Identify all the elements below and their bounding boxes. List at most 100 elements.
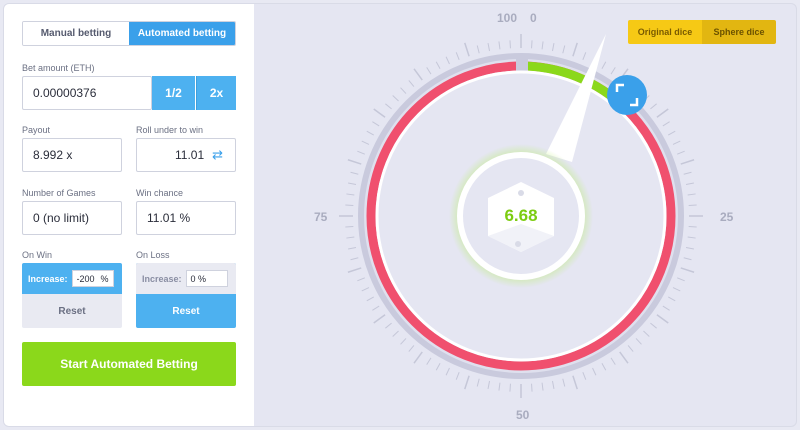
wheel-tick bbox=[445, 367, 450, 376]
on-win-box: Increase: -200 % Reset bbox=[22, 263, 122, 328]
bet-amount-label: Bet amount (ETH) bbox=[22, 63, 95, 73]
roll-under-input[interactable]: 11.01 ⇄ bbox=[136, 138, 236, 172]
wheel-tick bbox=[635, 338, 642, 345]
wheel-tick bbox=[366, 296, 375, 302]
wheel-tick bbox=[372, 121, 380, 127]
wheel-tick bbox=[656, 108, 669, 118]
start-automated-betting-button[interactable]: Start Automated Betting bbox=[22, 342, 236, 386]
wheel-tick bbox=[683, 257, 692, 261]
wheel-tick bbox=[601, 362, 607, 371]
wheel-tick bbox=[541, 382, 544, 391]
dice-type-toggle: Original dice Sphere dice bbox=[628, 20, 776, 44]
wheel-tick bbox=[455, 372, 460, 380]
wheel-tick bbox=[582, 372, 587, 380]
wheel-tick bbox=[413, 68, 423, 81]
on-win-increase-row: Increase: -200 % bbox=[22, 263, 122, 294]
on-loss-increase-row: Increase: 0 % bbox=[136, 263, 236, 294]
roll-under-value: 11.01 bbox=[175, 148, 205, 162]
wheel-tick bbox=[688, 204, 697, 206]
wheel-label-75: 75 bbox=[314, 210, 328, 224]
payout-value: 8.992 x bbox=[33, 148, 73, 162]
wheel-tick bbox=[562, 378, 566, 387]
wheel-tick bbox=[687, 236, 696, 239]
wheel-tick bbox=[572, 42, 578, 57]
wheel-label-25: 25 bbox=[720, 210, 734, 224]
tab-automated-betting[interactable]: Automated betting bbox=[129, 22, 235, 45]
wheel-tick bbox=[601, 61, 607, 70]
wheel-tick bbox=[672, 140, 681, 145]
double-bet-button[interactable]: 2x bbox=[196, 76, 236, 110]
wheel-tick bbox=[627, 345, 634, 352]
bet-amount-input[interactable]: 0.00000376 bbox=[22, 76, 152, 110]
wheel-tick bbox=[509, 383, 511, 392]
wheel-tick bbox=[350, 257, 359, 261]
wheel-tick bbox=[350, 171, 359, 175]
wheel-tick bbox=[464, 375, 470, 390]
wheel-tick bbox=[667, 296, 676, 302]
wheel-tick bbox=[662, 305, 670, 311]
wheel-tick bbox=[408, 80, 415, 87]
tab-manual-betting[interactable]: Manual betting bbox=[23, 22, 129, 45]
sphere-dice-option[interactable]: Sphere dice bbox=[702, 20, 776, 44]
win-chance-label: Win chance bbox=[136, 188, 184, 198]
wheel-tick bbox=[610, 67, 616, 75]
payout-input[interactable]: 8.992 x bbox=[22, 138, 122, 172]
wheel-label-100: 100 bbox=[497, 11, 518, 25]
wheel-tick bbox=[667, 130, 676, 136]
wheel-tick bbox=[357, 277, 365, 282]
on-win-percent-sign: % bbox=[100, 273, 109, 284]
on-loss-increase-input[interactable]: 0 % bbox=[185, 270, 228, 287]
on-win-increase-input[interactable]: -200 % bbox=[71, 270, 114, 287]
original-dice-option[interactable]: Original dice bbox=[628, 20, 702, 44]
wheel-tick bbox=[476, 45, 480, 54]
wheel-tick bbox=[487, 43, 491, 52]
bet-amount-value: 0.00000376 bbox=[33, 86, 97, 100]
wheel-tick bbox=[582, 52, 587, 60]
wheel-tick bbox=[346, 193, 355, 196]
wheel-tick bbox=[408, 345, 415, 352]
wheel-tick bbox=[562, 45, 566, 54]
wheel-tick bbox=[346, 236, 355, 239]
roll-under-label: Roll under to win bbox=[136, 125, 204, 135]
wheel-tick bbox=[476, 378, 480, 387]
wheel-tick bbox=[487, 380, 491, 389]
wheel-tick bbox=[509, 40, 511, 49]
wheel-tick bbox=[366, 130, 375, 136]
on-win-reset-button[interactable]: Reset bbox=[22, 294, 122, 328]
wheel-tick bbox=[685, 182, 694, 186]
wheel-tick bbox=[683, 171, 692, 175]
wheel-tick bbox=[372, 305, 380, 311]
dice-wheel-area: 100 0 25 50 75 6.68 Original dice Sphere… bbox=[254, 4, 796, 426]
on-loss-box: Increase: 0 % Reset bbox=[136, 263, 236, 328]
wheel-tick bbox=[592, 367, 597, 376]
wheel-tick bbox=[345, 204, 354, 206]
wheel-tick bbox=[445, 56, 450, 65]
roll-result: 6.68 bbox=[504, 206, 538, 225]
wheel-tick bbox=[413, 351, 423, 364]
half-bet-button[interactable]: 1/2 bbox=[152, 76, 195, 110]
wheel-tick bbox=[392, 330, 399, 337]
wheel-tick bbox=[687, 193, 696, 196]
number-of-games-label: Number of Games bbox=[22, 188, 96, 198]
number-of-games-value: 0 (no limit) bbox=[33, 211, 90, 225]
expand-view-button[interactable] bbox=[607, 75, 647, 115]
win-chance-input[interactable]: 11.01 % bbox=[136, 201, 236, 235]
payout-label: Payout bbox=[22, 125, 51, 135]
wheel-tick bbox=[498, 382, 501, 391]
on-win-label: On Win bbox=[22, 250, 53, 260]
on-win-increase-label: Increase: bbox=[28, 273, 68, 284]
wheel-tick bbox=[361, 140, 370, 145]
number-of-games-input[interactable]: 0 (no limit) bbox=[22, 201, 122, 235]
wheel-tick bbox=[373, 314, 386, 324]
wheel-tick bbox=[531, 40, 533, 49]
on-loss-increase-value: 0 % bbox=[190, 273, 207, 284]
swap-direction-icon[interactable]: ⇄ bbox=[212, 147, 223, 163]
on-win-increase-value: -200 bbox=[76, 273, 95, 284]
wheel-tick bbox=[455, 52, 460, 60]
wheel-tick bbox=[348, 246, 357, 250]
wheel-tick bbox=[385, 322, 392, 329]
wheel-tick bbox=[610, 357, 616, 365]
on-loss-reset-button[interactable]: Reset bbox=[136, 294, 236, 328]
wheel-tick bbox=[643, 330, 650, 337]
wheel-label-0: 0 bbox=[530, 11, 537, 25]
